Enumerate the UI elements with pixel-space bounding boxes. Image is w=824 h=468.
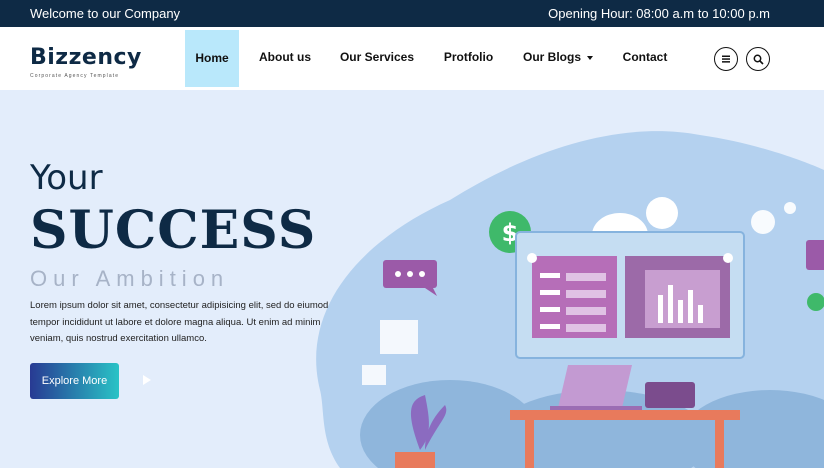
logo[interactable]: Bizzency Corporate Agency Template [30, 45, 142, 79]
play-icon[interactable] [143, 375, 151, 385]
hero-illustration: $ [316, 131, 824, 468]
device [645, 382, 695, 408]
chevron-down-icon [587, 55, 593, 60]
nav-label: Protfolio [443, 50, 494, 64]
nav-label: Our Services [339, 50, 415, 64]
search-button[interactable] [746, 47, 770, 71]
search-icon [753, 54, 764, 65]
gear-icon [751, 210, 775, 234]
hero-section: $ Your SUCCESS Our Ambition Lorem ipsum … [0, 90, 824, 468]
document-icon [380, 320, 418, 354]
welcome-text: Welcome to our Company [30, 6, 181, 21]
nav-label: Contact [622, 50, 668, 64]
nav-item-home[interactable]: Home [185, 30, 239, 87]
logo-tagline: Corporate Agency Template [30, 73, 120, 79]
opening-hours-text: Opening Hour: 08:00 a.m to 10:00 p.m [548, 6, 770, 21]
nav-item-about-us[interactable]: About us [253, 27, 317, 87]
top-bar: Welcome to our Company Opening Hour: 08:… [0, 0, 824, 27]
nav-item-our-blogs[interactable]: Our Blogs [518, 27, 598, 87]
logo-name: Bizzency [30, 45, 142, 70]
desk [510, 410, 740, 420]
nav-item-our-services[interactable]: Our Services [333, 27, 421, 87]
nav-label: Home [195, 51, 229, 65]
document-icon [362, 365, 386, 385]
laptop [558, 365, 632, 408]
nav-label: Our Blogs [522, 50, 581, 64]
chat-bubble-icon [806, 240, 824, 270]
menu-icon [722, 55, 730, 63]
hero-subheadline: Our Ambition [30, 266, 230, 291]
nav-label: About us [259, 50, 311, 64]
nav-item-contact[interactable]: Contact [615, 27, 675, 87]
menu-button[interactable] [714, 47, 738, 71]
hero-line-your: Your [30, 158, 103, 198]
navbar: Bizzency Corporate Agency Template Home … [0, 27, 824, 90]
nav-item-portfolio[interactable]: Protfolio [437, 27, 500, 87]
decor-circle [646, 197, 678, 229]
hero-headline: SUCCESS [30, 200, 317, 261]
explore-more-button[interactable]: Explore More [30, 363, 119, 399]
hero-description: Lorem ipsum dolor sit amet, consectetur … [30, 300, 329, 344]
gear-icon [784, 202, 796, 214]
